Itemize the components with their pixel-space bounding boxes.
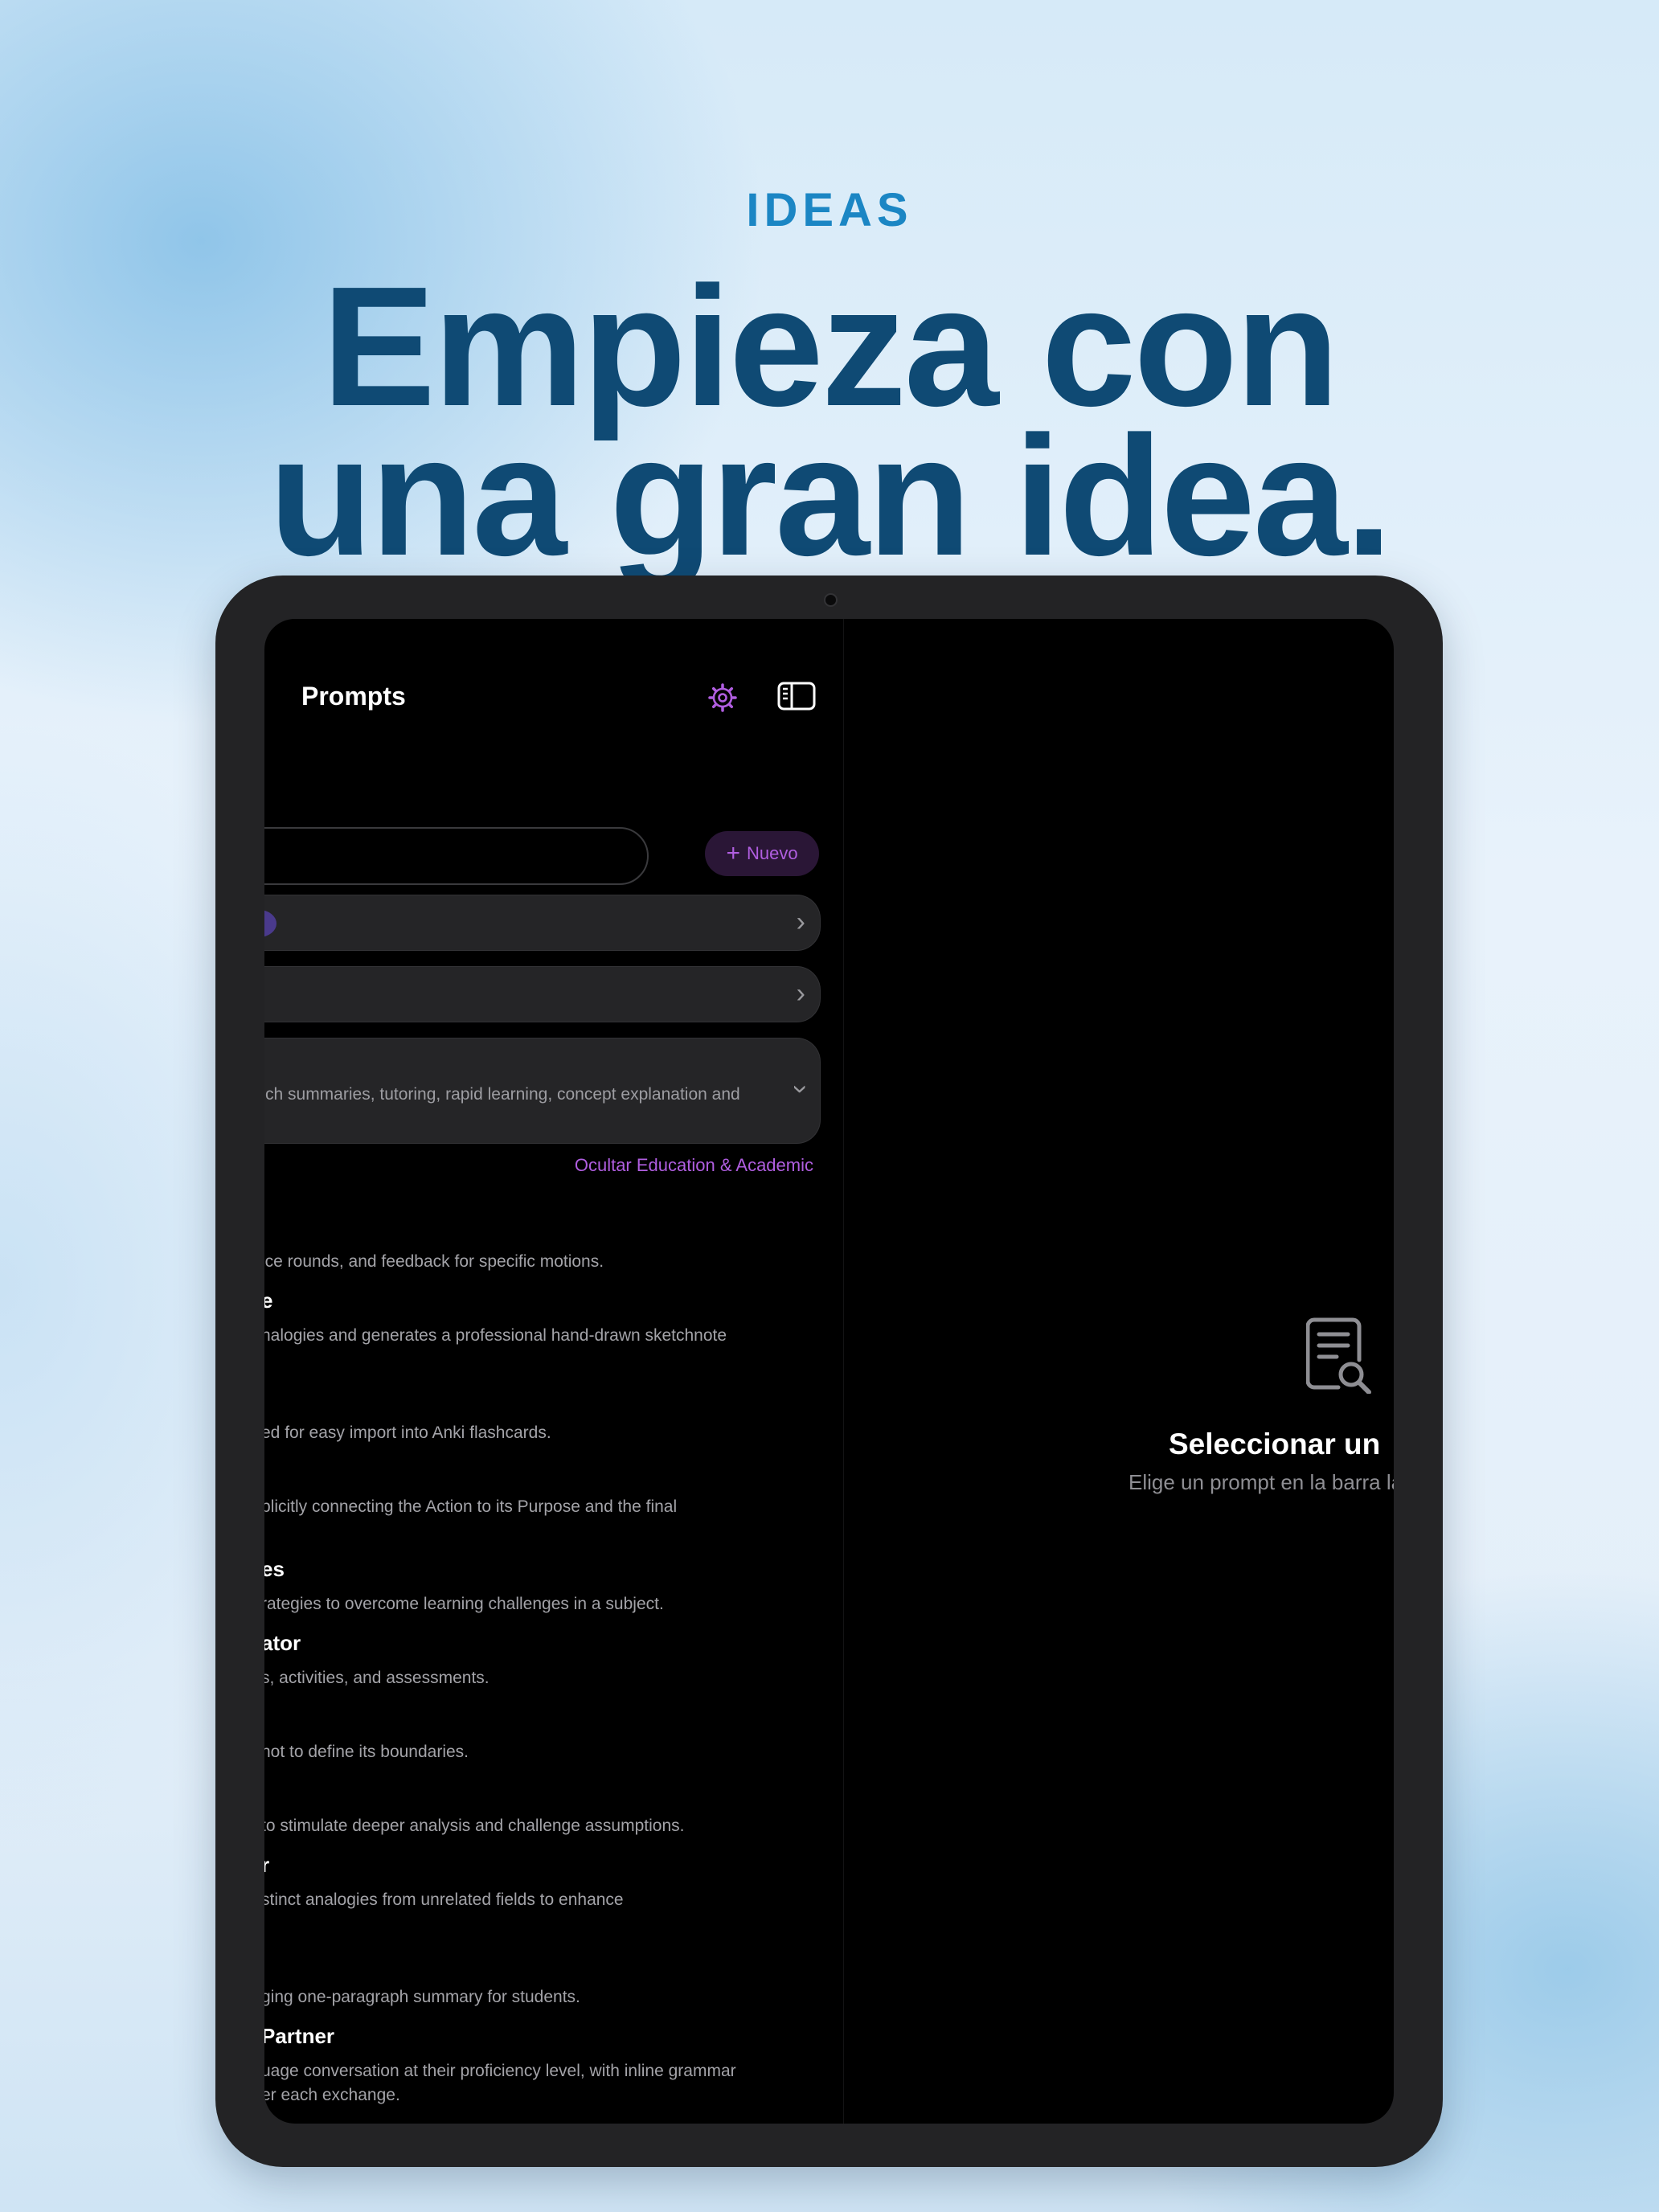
hero-headline: Empieza con una gran idea. <box>0 251 1659 591</box>
gear-icon <box>708 683 737 712</box>
category-description: ch summaries, tutoring, rapid learning, … <box>265 1085 740 1104</box>
new-prompt-button[interactable]: + Nuevo <box>705 831 819 876</box>
sidebar: Prompts + Nuevo › › ch summaries, tutori… <box>264 619 844 2124</box>
prompt-description: ice rounds, and feedback for specific mo… <box>264 1252 604 1271</box>
prompt-description: nalogies and generates a professional ha… <box>264 1326 727 1345</box>
prompt-list-item[interactable]: ed for easy import into Anki flashcards. <box>264 1421 840 1445</box>
prompt-list-item[interactable]: e nalogies and generates a professional … <box>264 1288 840 1348</box>
prompt-list-item[interactable]: Partner uage conversation at their profic… <box>264 2024 840 2108</box>
prompt-list-item[interactable]: r stinct analogies from unrelated fields… <box>264 1853 840 1912</box>
category-row[interactable]: › <box>264 895 821 951</box>
search-input[interactable] <box>264 827 649 885</box>
camera-dot <box>824 593 838 607</box>
category-row[interactable]: › <box>264 966 821 1022</box>
sidebar-toggle-button[interactable] <box>776 680 817 712</box>
prompt-title: r <box>264 1853 269 1878</box>
chevron-down-icon: › <box>785 1084 817 1094</box>
prompt-description: rategies to overcome learning challenges… <box>264 1595 664 1613</box>
prompt-description: uage conversation at their proficiency l… <box>264 2062 736 2080</box>
hero-eyebrow: IDEAS <box>746 184 913 236</box>
prompt-description: not to define its boundaries. <box>264 1743 469 1761</box>
plus-icon: + <box>726 840 740 866</box>
settings-button[interactable] <box>707 682 739 714</box>
prompt-list-item[interactable]: ging one-paragraph summary for students. <box>264 1985 840 2009</box>
prompt-list-item[interactable]: plicitly connecting the Action to its Pu… <box>264 1495 840 1519</box>
category-row-expanded[interactable]: ch summaries, tutoring, rapid learning, … <box>264 1038 821 1144</box>
prompt-list-item[interactable]: not to define its boundaries. <box>264 1740 840 1764</box>
empty-state-title: Seleccionar un <box>1169 1428 1381 1460</box>
prompt-description: stinct analogies from unrelated fields t… <box>264 1890 624 1909</box>
document-search-icon <box>1305 1313 1374 1395</box>
prompt-description: ging one-paragraph summary for students. <box>264 1988 580 2006</box>
hide-category-link[interactable]: Ocultar Education & Academic <box>575 1155 813 1176</box>
hero-headline-line1: Empieza con <box>322 251 1340 441</box>
sidebar-toggle-icon <box>777 682 816 711</box>
prompt-list-item[interactable]: to stimulate deeper analysis and challen… <box>264 1814 840 1838</box>
app-screen: Prompts + Nuevo › › ch summaries, tutori… <box>264 619 1394 2124</box>
prompt-title: ator <box>264 1631 301 1655</box>
category-avatar <box>264 910 276 937</box>
prompt-title: es <box>264 1557 285 1581</box>
prompt-title: Partner <box>264 2024 335 2048</box>
prompt-description: to stimulate deeper analysis and challen… <box>264 1817 685 1835</box>
prompt-description: ed for easy import into Anki flashcards. <box>264 1423 551 1442</box>
prompt-title: e <box>264 1288 272 1313</box>
prompt-list-item[interactable]: ator s, activities, and assessments. <box>264 1631 840 1690</box>
prompt-list-item[interactable]: es rategies to overcome learning challen… <box>264 1557 840 1616</box>
prompt-description-continued: er each exchange. <box>264 2086 400 2104</box>
prompt-description: plicitly connecting the Action to its Pu… <box>264 1497 678 1516</box>
prompt-description: s, activities, and assessments. <box>264 1669 490 1687</box>
chevron-right-icon: › <box>796 978 805 1009</box>
hero-headline-line2: una gran idea. <box>268 400 1392 591</box>
tablet-device: Prompts + Nuevo › › ch summaries, tutori… <box>215 576 1443 2167</box>
new-prompt-label: Nuevo <box>746 843 798 863</box>
sidebar-title: Prompts <box>301 682 406 711</box>
empty-state-subtitle: Elige un prompt en la barra latera <box>1129 1470 1394 1494</box>
prompt-list-item[interactable]: ice rounds, and feedback for specific mo… <box>264 1250 840 1274</box>
chevron-right-icon: › <box>796 907 805 937</box>
